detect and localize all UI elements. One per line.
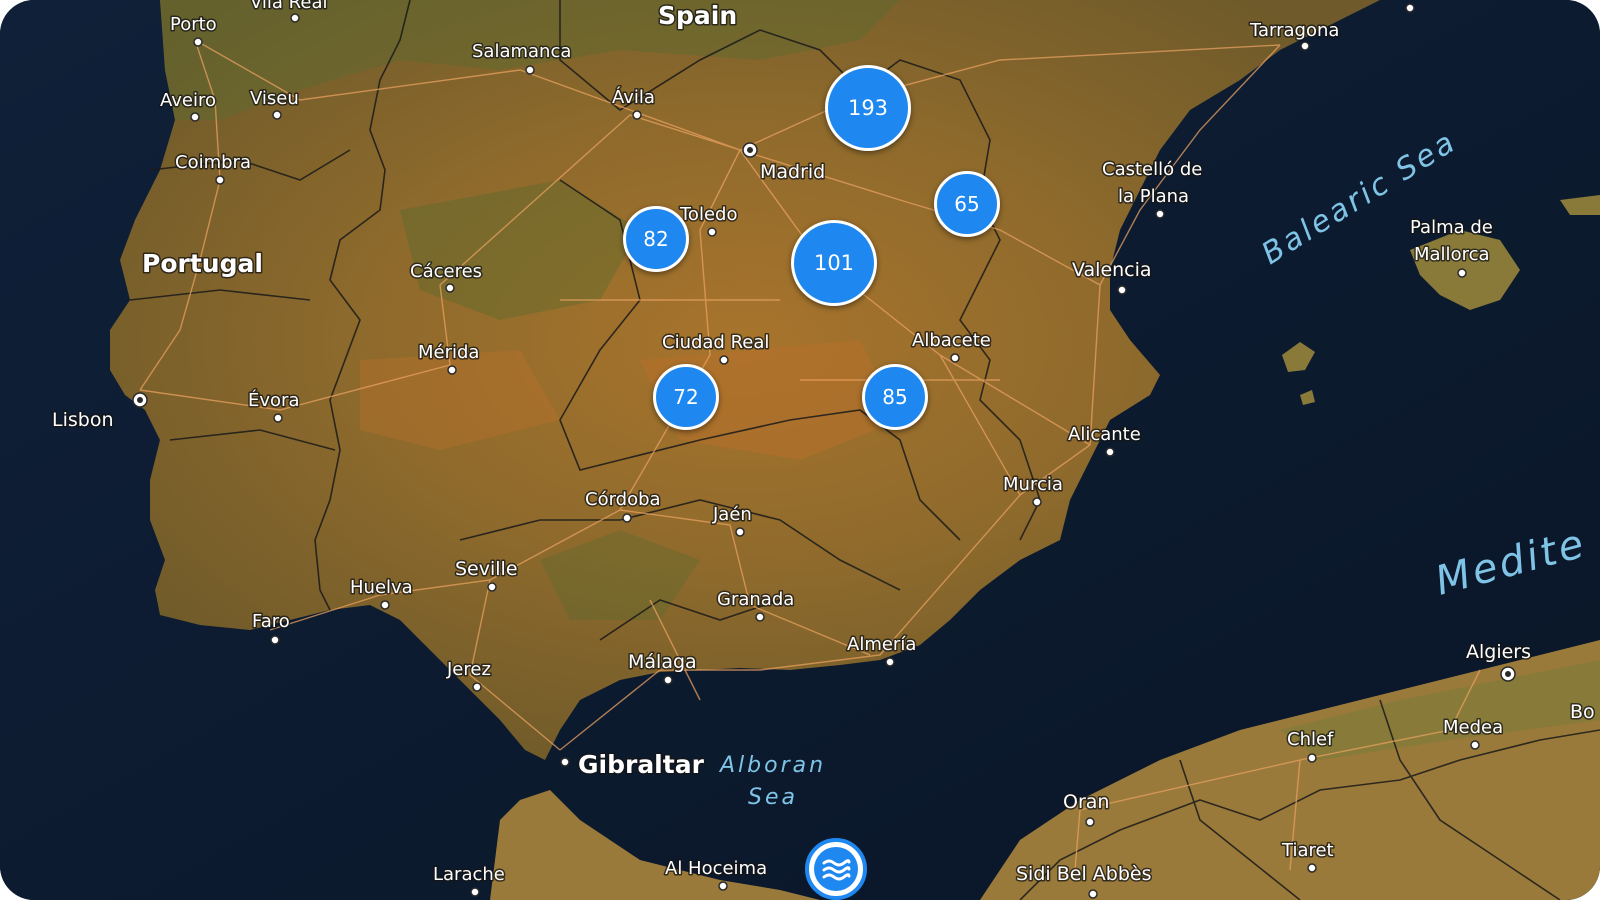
- city-label-sidi-bel-abbes: Sidi Bel Abbès: [1016, 863, 1151, 885]
- city-label-huelva: Huelva: [350, 577, 413, 598]
- city-label-bo: Bo: [1570, 701, 1595, 723]
- cluster-marker-85[interactable]: 85: [862, 364, 928, 430]
- cluster-marker-193[interactable]: 193: [825, 65, 911, 151]
- city-label-jaen: Jaén: [712, 504, 752, 525]
- city-label-seville: Seville: [455, 558, 518, 580]
- city-label-salamanca: Salamanca: [472, 41, 571, 62]
- cluster-count: 101: [813, 251, 855, 275]
- map-view[interactable]: Balearic Sea Alboran Sea Medite Spain Po…: [0, 0, 1600, 900]
- city-label-murcia: Murcia: [1003, 474, 1063, 495]
- city-label-tarragona: Tarragona: [1249, 20, 1339, 41]
- capital-label-algiers: Algiers: [1466, 641, 1531, 663]
- city-label-cordoba: Córdoba: [585, 489, 661, 510]
- city-label-viseu: Viseu: [250, 88, 299, 109]
- capital-label-madrid: Madrid: [760, 161, 825, 183]
- city-label-granada: Granada: [717, 589, 794, 610]
- city-label-coimbra: Coimbra: [175, 152, 251, 173]
- city-label-chlef: Chlef: [1287, 729, 1334, 750]
- city-label-caceres: Cáceres: [410, 261, 482, 282]
- city-label-alicante: Alicante: [1068, 424, 1141, 445]
- cluster-marker-82[interactable]: 82: [623, 206, 689, 272]
- city-label-gibraltar: Gibraltar: [578, 750, 705, 779]
- city-label-porto: Porto: [170, 14, 217, 35]
- cluster-marker-101[interactable]: 101: [791, 220, 877, 306]
- sea-label-alboran: Alboran: [718, 753, 826, 778]
- map-layers-button[interactable]: [805, 838, 867, 900]
- city-label-palma-1: Palma de: [1410, 217, 1493, 238]
- city-label-palma-2: Mallorca: [1414, 244, 1490, 265]
- cluster-marker-72[interactable]: 72: [653, 364, 719, 430]
- sea-label-alboran-2: Sea: [748, 785, 798, 810]
- city-label-aveiro: Aveiro: [160, 90, 216, 111]
- satellite-map[interactable]: Balearic Sea Alboran Sea Medite Spain Po…: [0, 0, 1600, 900]
- city-label-vila-real: Vila Real: [250, 0, 327, 13]
- city-label-al-hoceima: Al Hoceima: [665, 858, 767, 879]
- capital-label-lisbon: Lisbon: [52, 409, 114, 431]
- city-label-castello-1: Castelló de: [1102, 159, 1202, 180]
- country-label-portugal: Portugal: [142, 249, 263, 278]
- cluster-count: 82: [643, 227, 669, 251]
- cluster-count: 85: [882, 385, 908, 409]
- cluster-count: 193: [847, 96, 889, 120]
- city-label-evora: Évora: [248, 389, 299, 411]
- city-label-almeria: Almería: [847, 634, 916, 655]
- city-label-larache: Larache: [433, 864, 505, 885]
- city-label-ciudad-real: Ciudad Real: [662, 332, 769, 353]
- country-label-spain: Spain: [658, 1, 737, 30]
- city-label-albacete: Albacete: [912, 330, 991, 351]
- city-label-jerez: Jerez: [446, 659, 491, 680]
- city-label-oran: Oran: [1063, 791, 1109, 813]
- city-label-medea: Medea: [1443, 717, 1503, 738]
- waves-icon: [814, 847, 858, 891]
- cluster-marker-65[interactable]: 65: [934, 171, 1000, 237]
- city-label-avila: Ávila: [612, 86, 655, 108]
- cluster-count: 72: [673, 385, 699, 409]
- city-label-toledo: Toledo: [679, 204, 737, 225]
- city-label-merida: Mérida: [418, 342, 479, 363]
- city-label-tiaret: Tiaret: [1281, 840, 1334, 861]
- city-label-valencia: Valencia: [1072, 259, 1152, 281]
- city-label-faro: Faro: [252, 611, 290, 632]
- cluster-count: 65: [954, 192, 980, 216]
- city-label-malaga: Málaga: [628, 651, 697, 673]
- city-label-castello-2: la Plana: [1118, 186, 1189, 207]
